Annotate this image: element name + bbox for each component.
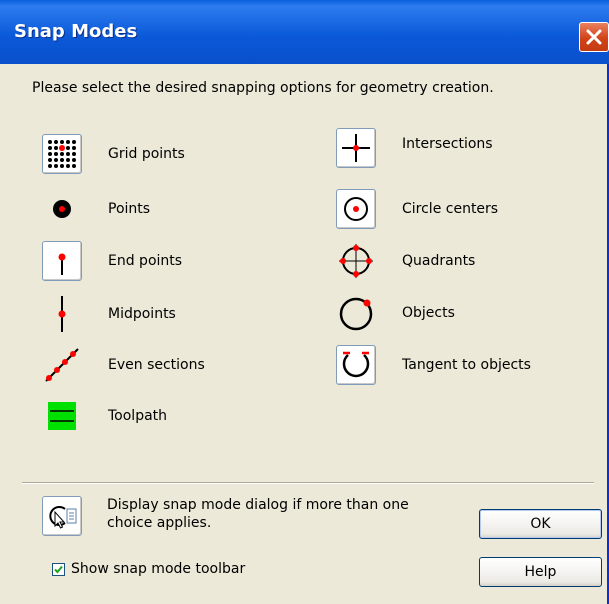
option-label: Tangent to objects (402, 357, 531, 373)
option-label: Intersections (402, 136, 493, 152)
circle-centers-icon (336, 189, 376, 229)
end-points-icon (42, 241, 82, 281)
snap-dialog-option-text: Display snap mode dialog if more than on… (107, 496, 467, 532)
option-label: Quadrants (402, 253, 476, 269)
title-bar[interactable]: Snap Modes (0, 0, 609, 64)
option-label: End points (108, 253, 183, 269)
toolpath-icon (42, 396, 82, 436)
instruction-text: Please select the desired snapping optio… (32, 80, 494, 96)
option-toolpath[interactable]: Toolpath (42, 396, 167, 436)
window-title: Snap Modes (14, 21, 138, 42)
dialog-body: Please select the desired snapping optio… (0, 64, 607, 604)
quadrants-icon (336, 241, 376, 281)
show-toolbar-checkbox[interactable] (52, 562, 65, 576)
grid-points-icon (42, 134, 82, 174)
option-circle-centers[interactable]: Circle centers (336, 189, 498, 229)
option-tangent-to-objects[interactable]: Tangent to objects (336, 345, 531, 385)
show-toolbar-checkbox-row[interactable]: Show snap mode toolbar (52, 561, 245, 577)
divider (22, 482, 594, 484)
option-even-sections[interactable]: Even sections (42, 345, 205, 385)
close-icon (586, 29, 602, 45)
option-quadrants[interactable]: Quadrants (336, 241, 475, 281)
snap-dialog-option-line2: choice applies. (107, 515, 212, 531)
option-label: Grid points (108, 146, 185, 162)
option-points[interactable]: Points (42, 189, 150, 229)
snap-dialog-option-line1: Display snap mode dialog if more than on… (107, 497, 409, 513)
option-label: Even sections (108, 357, 205, 373)
snap-dialog-icon (42, 496, 82, 536)
tangent-icon (336, 345, 376, 385)
option-grid-points[interactable]: Grid points (42, 134, 185, 174)
midpoints-icon (42, 294, 82, 334)
ok-button[interactable]: OK (479, 509, 602, 539)
even-sections-icon (42, 345, 82, 385)
option-label: Toolpath (108, 408, 168, 424)
objects-icon (336, 293, 376, 333)
option-label: Midpoints (108, 306, 176, 322)
option-intersections[interactable]: Intersections (336, 128, 493, 168)
option-end-points[interactable]: End points (42, 241, 182, 281)
option-midpoints[interactable]: Midpoints (42, 294, 176, 334)
checkmark-icon (54, 565, 63, 573)
show-toolbar-label: Show snap mode toolbar (71, 561, 246, 577)
option-label: Points (108, 201, 151, 217)
option-label: Circle centers (402, 201, 499, 217)
snap-dialog-option-button[interactable] (42, 496, 82, 536)
option-objects[interactable]: Objects (336, 293, 455, 333)
close-button[interactable] (579, 22, 609, 52)
intersections-icon (336, 128, 376, 168)
point-icon (42, 189, 82, 229)
help-button[interactable]: Help (479, 557, 602, 587)
option-label: Objects (402, 305, 455, 321)
snap-modes-dialog: Snap Modes Please select the desired sna… (0, 0, 609, 604)
